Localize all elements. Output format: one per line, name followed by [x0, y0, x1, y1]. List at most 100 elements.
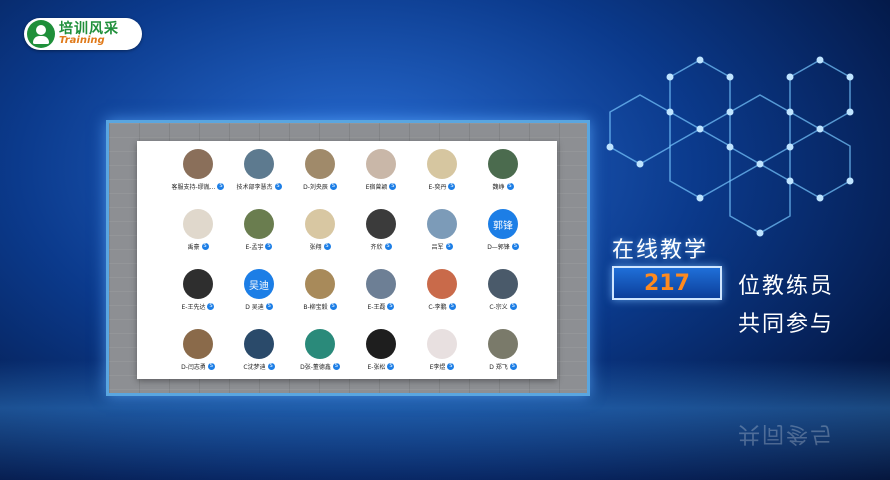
participant-tile[interactable]: D 郑飞 S [468, 329, 538, 371]
participant-name-row: D 郑飞 S [468, 362, 538, 371]
participant-avatar [244, 329, 274, 359]
participant-name-row: D-闫志勇 S [163, 362, 233, 371]
participant-name: C沈梦迪 [243, 364, 266, 371]
verified-badge-icon: S [274, 183, 282, 190]
participant-tile[interactable]: E-王磊 S [346, 269, 416, 311]
participant-avatar [244, 149, 274, 179]
participant-avatar [305, 149, 335, 179]
training-logo: 培训风采 Training [24, 18, 142, 50]
participant-avatar: 吴迪 [244, 269, 274, 299]
together-label: 共同参与 [738, 312, 835, 337]
coach-count: 217 [612, 266, 722, 300]
participant-name: 技术部李慧杰 [236, 184, 273, 191]
participant-name-row: E-奕丹 S [407, 182, 477, 191]
participant-tile[interactable]: C-李鹏 S [407, 269, 477, 311]
participant-name-row: C沈梦迪 S [224, 362, 294, 371]
participant-tile[interactable]: 禹豪 S [163, 209, 233, 251]
verified-badge-icon: S [509, 363, 517, 370]
participant-name: 魏峥 [492, 184, 505, 191]
participant-tile[interactable]: E李煜 S [407, 329, 477, 371]
participant-name: E-王先达 [181, 304, 206, 311]
participant-name-row: 魏峥 S [468, 182, 538, 191]
participant-name: E-张松 [367, 364, 386, 371]
participant-tile[interactable]: D-闫志勇 S [163, 329, 233, 371]
participant-tile[interactable]: 客服支持-缪胤... S [163, 149, 233, 191]
participant-name: 客服支持-缪胤... [171, 184, 216, 191]
hexagon-network-decoration [606, 56, 854, 237]
verified-badge-icon: S [323, 243, 331, 250]
participant-name-row: B-柳宝毅 S [285, 302, 355, 311]
verified-badge-icon: S [329, 183, 337, 190]
logo-text: 培训风采 Training [59, 22, 119, 46]
participant-tile[interactable]: 魏峥 S [468, 149, 538, 191]
participant-tile[interactable]: 齐欣 S [346, 209, 416, 251]
participant-name-row: 禹豪 S [163, 242, 233, 251]
participant-name-row: C-宗义 S [468, 302, 538, 311]
verified-badge-icon: S [506, 183, 514, 190]
participant-tile[interactable]: C沈梦迪 S [224, 329, 294, 371]
participant-avatar [183, 269, 213, 299]
verified-badge-icon: S [448, 183, 456, 190]
participant-tile[interactable]: D张-董德鑫 S [285, 329, 355, 371]
participant-avatar [488, 149, 518, 179]
participant-avatar [183, 209, 213, 239]
participant-name-row: D 吴迪 S [224, 302, 294, 311]
participant-name-row: 技术部李慧杰 S [224, 182, 294, 191]
participant-name: 吕军 [431, 244, 444, 251]
participant-name: D 郑飞 [489, 364, 508, 371]
verified-badge-icon: S [207, 363, 215, 370]
participant-name: D 吴迪 [245, 304, 264, 311]
participant-tile[interactable]: 郭锋 D—郭锋 S [468, 209, 538, 251]
participant-name: 齐欣 [370, 244, 383, 251]
participant-tile[interactable]: E-王先达 S [163, 269, 233, 311]
participant-tile[interactable]: 吕军 S [407, 209, 477, 251]
participant-name-row: E李煜 S [407, 362, 477, 371]
participant-tile[interactable]: E-孟宇 S [224, 209, 294, 251]
participant-tile[interactable]: 张翔 S [285, 209, 355, 251]
verified-badge-icon: S [509, 303, 517, 310]
participant-avatar [488, 329, 518, 359]
verified-badge-icon: S [329, 303, 337, 310]
verified-badge-icon: S [448, 303, 456, 310]
video-gallery-frame: 客服支持-缪胤... S 技术部李慧杰 S D-刘央辰 S E宿曾颖 S E-奕丹 S 魏峥 S 禹豪 S… [106, 120, 590, 396]
participant-name-row: D张-董德鑫 S [285, 362, 355, 371]
participant-name: D-刘央辰 [303, 184, 328, 191]
participant-avatar [183, 149, 213, 179]
verified-badge-icon: S [389, 183, 397, 190]
participant-avatar [305, 209, 335, 239]
verified-badge-icon: S [265, 243, 273, 250]
participant-tile[interactable]: B-柳宝毅 S [285, 269, 355, 311]
participant-avatar [244, 209, 274, 239]
participant-tile[interactable]: C-宗义 S [468, 269, 538, 311]
online-teaching-label: 在线教学 [612, 238, 709, 263]
participant-name-row: C-李鹏 S [407, 302, 477, 311]
participant-name-row: 张翔 S [285, 242, 355, 251]
participant-tile[interactable]: D-刘央辰 S [285, 149, 355, 191]
together-label-reflection: 共同参与 [738, 421, 835, 446]
participant-name: C-宗义 [489, 304, 508, 311]
participant-avatar [488, 269, 518, 299]
participant-avatar [427, 329, 457, 359]
verified-badge-icon: S [207, 303, 215, 310]
participant-avatar [427, 269, 457, 299]
coach-label: 位教练员 [738, 274, 835, 299]
verified-badge-icon: S [201, 243, 209, 250]
person-icon [27, 20, 55, 48]
verified-badge-icon: S [387, 303, 395, 310]
participant-tile[interactable]: E-张松 S [346, 329, 416, 371]
participant-avatar [305, 269, 335, 299]
participant-name-row: E-张松 S [346, 362, 416, 371]
participant-avatar [366, 149, 396, 179]
participant-tile[interactable]: 吴迪 D 吴迪 S [224, 269, 294, 311]
participant-tile[interactable]: 技术部李慧杰 S [224, 149, 294, 191]
participant-name-row: E-王磊 S [346, 302, 416, 311]
participant-name-row: D-刘央辰 S [285, 182, 355, 191]
participant-tile[interactable]: E-奕丹 S [407, 149, 477, 191]
participant-name-row: 吕军 S [407, 242, 477, 251]
participant-name: E宿曾颖 [365, 184, 388, 191]
participant-tile[interactable]: E宿曾颖 S [346, 149, 416, 191]
participant-name: D-闫志勇 [181, 364, 206, 371]
participant-grid: 客服支持-缪胤... S 技术部李慧杰 S D-刘央辰 S E宿曾颖 S E-奕丹 S 魏峥 S 禹豪 S… [137, 141, 557, 379]
participant-name-row: E宿曾颖 S [346, 182, 416, 191]
participant-avatar [305, 329, 335, 359]
